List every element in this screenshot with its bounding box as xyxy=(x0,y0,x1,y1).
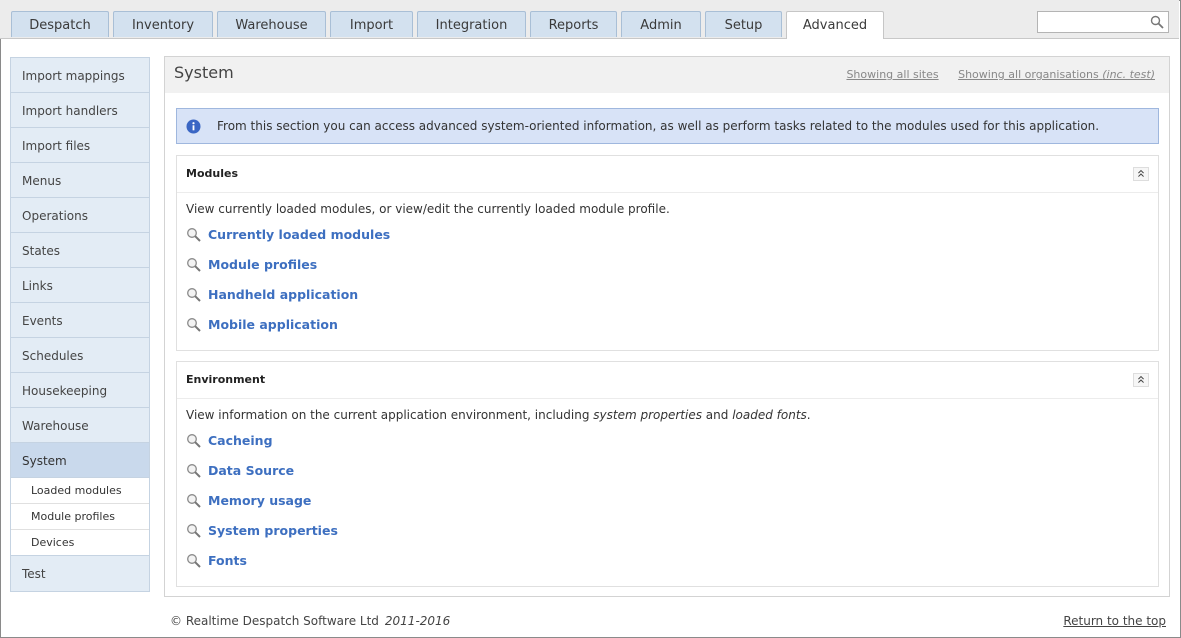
header-links: Showing all sites Showing all organisati… xyxy=(830,68,1155,81)
magnifier-icon xyxy=(187,228,201,242)
sidebar-item-housekeeping[interactable]: Housekeeping xyxy=(10,373,150,408)
main-tabs: Despatch Inventory Warehouse Import Inte… xyxy=(11,11,888,39)
return-to-top-link[interactable]: Return to the top xyxy=(1063,614,1166,628)
sidebar-item-schedules[interactable]: Schedules xyxy=(10,338,150,373)
sidebar-subitem-loaded-modules[interactable]: Loaded modules xyxy=(11,478,149,504)
footer-copyright: © Realtime Despatch Software Ltd 2011-201… xyxy=(170,614,450,628)
magnifier-icon xyxy=(187,464,201,478)
sidebar-item-states[interactable]: States xyxy=(10,233,150,268)
sidebar-item-import-handlers[interactable]: Import handlers xyxy=(10,93,150,128)
copyright-years: 2011-2016 xyxy=(384,614,451,628)
modules-title: Modules xyxy=(186,167,238,180)
modules-section: Modules View currently loaded modules, o… xyxy=(176,155,1159,351)
collapse-icon[interactable] xyxy=(1133,373,1149,387)
search-box xyxy=(1037,11,1169,33)
collapse-icon[interactable] xyxy=(1133,167,1149,181)
link-label: Mobile application xyxy=(208,317,338,332)
sidebar-item-links[interactable]: Links xyxy=(10,268,150,303)
showing-all-sites-link[interactable]: Showing all sites xyxy=(846,68,938,81)
orgs-link-text: Showing all organisations xyxy=(958,68,1099,81)
sidebar-sublist: Loaded modules Module profiles Devices xyxy=(10,478,150,556)
env-desc-c: and xyxy=(701,408,733,422)
tab-advanced[interactable]: Advanced xyxy=(786,11,884,39)
tab-despatch[interactable]: Despatch xyxy=(11,11,109,37)
link-label: Data Source xyxy=(208,463,295,478)
sidebar-item-system[interactable]: System xyxy=(10,443,150,478)
sidebar-item-test[interactable]: Test xyxy=(10,556,150,592)
info-text: From this section you can access advance… xyxy=(217,119,1100,133)
environment-title: Environment xyxy=(186,373,266,386)
tab-setup[interactable]: Setup xyxy=(705,11,782,37)
sidebar-item-import-files[interactable]: Import files xyxy=(10,128,150,163)
tab-reports[interactable]: Reports xyxy=(530,11,617,37)
main-header: System Showing all sites Showing all org… xyxy=(165,57,1169,93)
tab-admin[interactable]: Admin xyxy=(621,11,701,37)
page-title: System xyxy=(174,63,234,82)
magnifier-icon xyxy=(187,318,201,332)
sidebar-item-events[interactable]: Events xyxy=(10,303,150,338)
env-desc-e: . xyxy=(806,408,811,422)
sidebar-item-import-mappings[interactable]: Import mappings xyxy=(10,57,150,93)
magnifier-icon xyxy=(187,554,201,568)
top-tab-bar: Despatch Inventory Warehouse Import Inte… xyxy=(0,0,1179,39)
magnifier-icon xyxy=(187,288,201,302)
orgs-link-note: (inc. test) xyxy=(1102,68,1155,81)
environment-section: Environment View information on the curr… xyxy=(176,361,1159,587)
sidebar-item-warehouse[interactable]: Warehouse xyxy=(10,408,150,443)
environment-desc: View information on the current applicat… xyxy=(186,408,811,422)
sidebar-subitem-module-profiles[interactable]: Module profiles xyxy=(11,504,149,530)
info-icon xyxy=(186,119,201,134)
sidebar-item-menus[interactable]: Menus xyxy=(10,163,150,198)
tab-inventory[interactable]: Inventory xyxy=(113,11,213,37)
magnifier-icon xyxy=(187,258,201,272)
magnifier-icon xyxy=(187,494,201,508)
search-input[interactable] xyxy=(1042,14,1146,32)
tab-integration[interactable]: Integration xyxy=(417,11,526,37)
env-desc-b: system properties xyxy=(593,408,702,422)
search-icon[interactable] xyxy=(1150,15,1164,29)
modules-desc: View currently loaded modules, or view/e… xyxy=(186,202,670,216)
copyright-text: © Realtime Despatch Software Ltd xyxy=(170,614,379,628)
link-label: Fonts xyxy=(208,553,247,568)
magnifier-icon xyxy=(187,434,201,448)
link-label: Handheld application xyxy=(208,287,359,302)
tab-warehouse[interactable]: Warehouse xyxy=(217,11,326,37)
env-desc-a: View information on the current applicat… xyxy=(186,408,594,422)
sidebar-item-operations[interactable]: Operations xyxy=(10,198,150,233)
main-panel: System Showing all sites Showing all org… xyxy=(164,56,1170,597)
link-label: System properties xyxy=(208,523,338,538)
showing-all-organisations-link[interactable]: Showing all organisations (inc. test) xyxy=(958,68,1155,81)
link-label: Module profiles xyxy=(208,257,318,272)
link-label: Currently loaded modules xyxy=(208,227,391,242)
magnifier-icon xyxy=(187,524,201,538)
sidebar: Import mappings Import handlers Import f… xyxy=(10,57,150,592)
env-desc-d: loaded fonts xyxy=(732,408,807,422)
section-divider xyxy=(177,398,1158,399)
sidebar-subitem-devices[interactable]: Devices xyxy=(11,530,149,556)
tab-import[interactable]: Import xyxy=(330,11,413,37)
link-label: Cacheing xyxy=(208,433,273,448)
info-box: From this section you can access advance… xyxy=(176,108,1159,144)
link-label: Memory usage xyxy=(208,493,312,508)
section-divider xyxy=(177,192,1158,193)
